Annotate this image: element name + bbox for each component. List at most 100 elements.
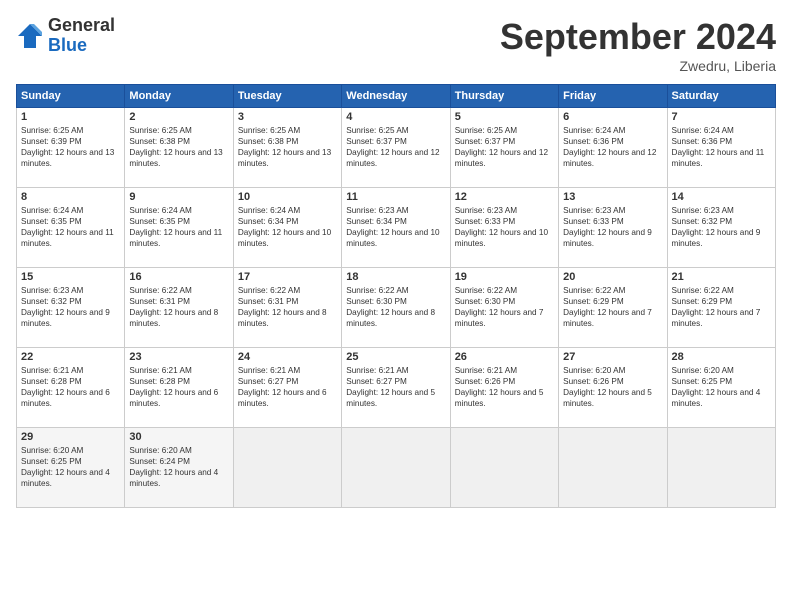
table-row: 8 Sunrise: 6:24 AMSunset: 6:35 PMDaylight… (17, 188, 125, 268)
header: General Blue September 2024 Zwedru, Libe… (16, 16, 776, 74)
day-info: Sunrise: 6:20 AMSunset: 6:25 PMDaylight:… (21, 445, 120, 489)
day-info: Sunrise: 6:24 AMSunset: 6:35 PMDaylight:… (21, 205, 120, 249)
table-row: 30 Sunrise: 6:20 AMSunset: 6:24 PMDayligh… (125, 428, 233, 508)
day-info: Sunrise: 6:22 AMSunset: 6:30 PMDaylight:… (455, 285, 554, 329)
day-number: 13 (563, 191, 662, 203)
day-info: Sunrise: 6:21 AMSunset: 6:27 PMDaylight:… (346, 365, 445, 409)
day-info: Sunrise: 6:23 AMSunset: 6:34 PMDaylight:… (346, 205, 445, 249)
day-number: 17 (238, 271, 337, 283)
col-wednesday: Wednesday (342, 85, 450, 108)
calendar-week-row: 8 Sunrise: 6:24 AMSunset: 6:35 PMDaylight… (17, 188, 776, 268)
table-row: 29 Sunrise: 6:20 AMSunset: 6:25 PMDayligh… (17, 428, 125, 508)
day-number: 5 (455, 111, 554, 123)
table-row: 28Sunrise: 6:20 AMSunset: 6:25 PMDayligh… (667, 348, 775, 428)
col-tuesday: Tuesday (233, 85, 341, 108)
day-info: Sunrise: 6:22 AMSunset: 6:31 PMDaylight:… (238, 285, 337, 329)
day-number: 26 (455, 351, 554, 363)
calendar-week-row: 22 Sunrise: 6:21 AMSunset: 6:28 PMDayligh… (17, 348, 776, 428)
table-row: 5 Sunrise: 6:25 AMSunset: 6:37 PMDaylight… (450, 108, 558, 188)
day-number: 30 (129, 431, 228, 443)
day-info: Sunrise: 6:21 AMSunset: 6:26 PMDaylight:… (455, 365, 554, 409)
logo-icon (16, 22, 44, 50)
location: Zwedru, Liberia (500, 58, 776, 74)
day-info: Sunrise: 6:24 AMSunset: 6:34 PMDaylight:… (238, 205, 337, 249)
table-row: 7 Sunrise: 6:24 AMSunset: 6:36 PMDaylight… (667, 108, 775, 188)
logo-general: General (48, 16, 115, 36)
day-info: Sunrise: 6:25 AMSunset: 6:38 PMDaylight:… (129, 125, 228, 169)
table-row: 11 Sunrise: 6:23 AMSunset: 6:34 PMDayligh… (342, 188, 450, 268)
table-row: 27Sunrise: 6:20 AMSunset: 6:26 PMDayligh… (559, 348, 667, 428)
table-row: 22 Sunrise: 6:21 AMSunset: 6:28 PMDayligh… (17, 348, 125, 428)
day-info: Sunrise: 6:21 AMSunset: 6:28 PMDaylight:… (21, 365, 120, 409)
page: General Blue September 2024 Zwedru, Libe… (0, 0, 792, 612)
table-row: 20 Sunrise: 6:22 AMSunset: 6:29 PMDayligh… (559, 268, 667, 348)
table-row: 9 Sunrise: 6:24 AMSunset: 6:35 PMDaylight… (125, 188, 233, 268)
day-number: 22 (21, 351, 120, 363)
day-info: Sunrise: 6:23 AMSunset: 6:32 PMDaylight:… (672, 205, 771, 249)
day-info: Sunrise: 6:24 AMSunset: 6:36 PMDaylight:… (672, 125, 771, 169)
table-row (233, 428, 341, 508)
day-number: 18 (346, 271, 445, 283)
table-row: 14 Sunrise: 6:23 AMSunset: 6:32 PMDayligh… (667, 188, 775, 268)
table-row: 16Sunrise: 6:22 AMSunset: 6:31 PMDayligh… (125, 268, 233, 348)
table-row: 1 Sunrise: 6:25 AMSunset: 6:39 PMDaylight… (17, 108, 125, 188)
day-info: Sunrise: 6:25 AMSunset: 6:38 PMDaylight:… (238, 125, 337, 169)
calendar-week-row: 15 Sunrise: 6:23 AMSunset: 6:32 PMDayligh… (17, 268, 776, 348)
day-number: 14 (672, 191, 771, 203)
day-info: Sunrise: 6:23 AMSunset: 6:32 PMDaylight:… (21, 285, 120, 329)
logo-text: General Blue (48, 16, 115, 56)
col-saturday: Saturday (667, 85, 775, 108)
table-row: 24 Sunrise: 6:21 AMSunset: 6:27 PMDayligh… (233, 348, 341, 428)
month-title: September 2024 (500, 16, 776, 58)
day-info: Sunrise: 6:24 AMSunset: 6:35 PMDaylight:… (129, 205, 228, 249)
col-sunday: Sunday (17, 85, 125, 108)
day-number: 12 (455, 191, 554, 203)
day-number: 2 (129, 111, 228, 123)
day-number: 6 (563, 111, 662, 123)
day-number: 7 (672, 111, 771, 123)
day-info: Sunrise: 6:25 AMSunset: 6:37 PMDaylight:… (346, 125, 445, 169)
day-number: 15 (21, 271, 120, 283)
calendar-week-row: 29 Sunrise: 6:20 AMSunset: 6:25 PMDayligh… (17, 428, 776, 508)
day-info: Sunrise: 6:20 AMSunset: 6:26 PMDaylight:… (563, 365, 662, 409)
day-info: Sunrise: 6:22 AMSunset: 6:30 PMDaylight:… (346, 285, 445, 329)
day-number: 1 (21, 111, 120, 123)
calendar-week-row: 1 Sunrise: 6:25 AMSunset: 6:39 PMDaylight… (17, 108, 776, 188)
table-row: 13 Sunrise: 6:23 AMSunset: 6:33 PMDayligh… (559, 188, 667, 268)
table-row: 21 Sunrise: 6:22 AMSunset: 6:29 PMDayligh… (667, 268, 775, 348)
table-row: 23 Sunrise: 6:21 AMSunset: 6:28 PMDayligh… (125, 348, 233, 428)
day-number: 9 (129, 191, 228, 203)
day-info: Sunrise: 6:20 AMSunset: 6:24 PMDaylight:… (129, 445, 228, 489)
day-info: Sunrise: 6:23 AMSunset: 6:33 PMDaylight:… (563, 205, 662, 249)
table-row: 4 Sunrise: 6:25 AMSunset: 6:37 PMDaylight… (342, 108, 450, 188)
day-number: 23 (129, 351, 228, 363)
day-number: 25 (346, 351, 445, 363)
day-number: 21 (672, 271, 771, 283)
day-number: 29 (21, 431, 120, 443)
table-row: 2 Sunrise: 6:25 AMSunset: 6:38 PMDaylight… (125, 108, 233, 188)
table-row: 19Sunrise: 6:22 AMSunset: 6:30 PMDayligh… (450, 268, 558, 348)
day-info: Sunrise: 6:25 AMSunset: 6:37 PMDaylight:… (455, 125, 554, 169)
day-number: 11 (346, 191, 445, 203)
day-info: Sunrise: 6:22 AMSunset: 6:29 PMDaylight:… (672, 285, 771, 329)
table-row: 12 Sunrise: 6:23 AMSunset: 6:33 PMDayligh… (450, 188, 558, 268)
day-info: Sunrise: 6:23 AMSunset: 6:33 PMDaylight:… (455, 205, 554, 249)
day-info: Sunrise: 6:21 AMSunset: 6:27 PMDaylight:… (238, 365, 337, 409)
logo: General Blue (16, 16, 115, 56)
table-row (450, 428, 558, 508)
title-block: September 2024 Zwedru, Liberia (500, 16, 776, 74)
day-info: Sunrise: 6:21 AMSunset: 6:28 PMDaylight:… (129, 365, 228, 409)
day-info: Sunrise: 6:22 AMSunset: 6:31 PMDaylight:… (129, 285, 228, 329)
day-number: 4 (346, 111, 445, 123)
day-info: Sunrise: 6:22 AMSunset: 6:29 PMDaylight:… (563, 285, 662, 329)
day-info: Sunrise: 6:25 AMSunset: 6:39 PMDaylight:… (21, 125, 120, 169)
col-thursday: Thursday (450, 85, 558, 108)
col-friday: Friday (559, 85, 667, 108)
table-row: 18 Sunrise: 6:22 AMSunset: 6:30 PMDayligh… (342, 268, 450, 348)
day-number: 8 (21, 191, 120, 203)
day-number: 20 (563, 271, 662, 283)
day-number: 24 (238, 351, 337, 363)
table-row: 17 Sunrise: 6:22 AMSunset: 6:31 PMDayligh… (233, 268, 341, 348)
table-row: 6Sunrise: 6:24 AMSunset: 6:36 PMDaylight… (559, 108, 667, 188)
day-number: 28 (672, 351, 771, 363)
